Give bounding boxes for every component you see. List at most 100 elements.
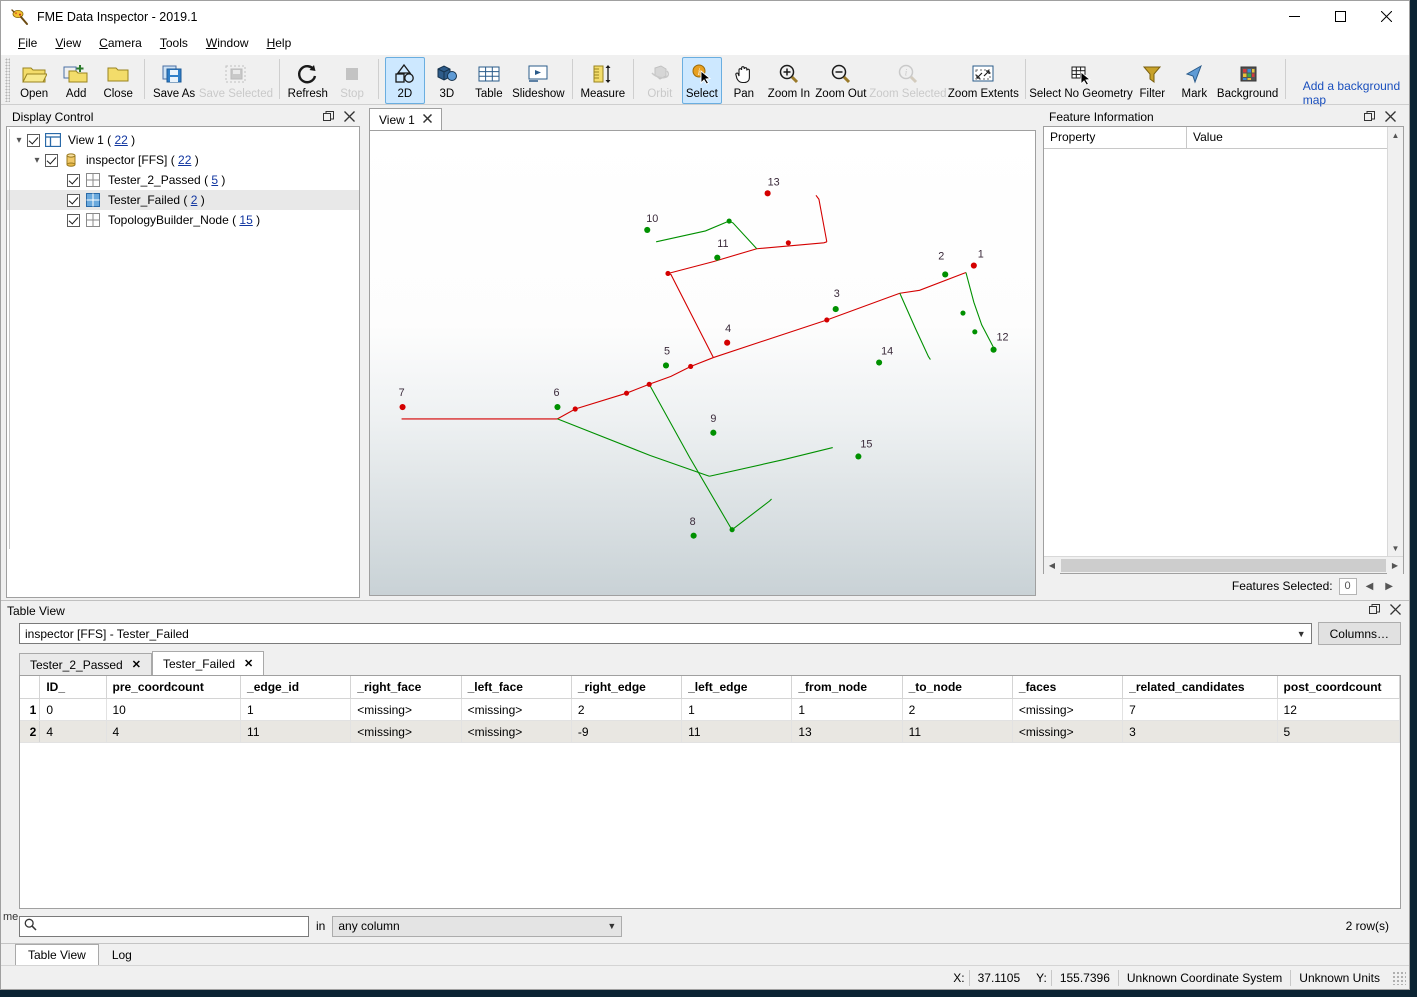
graph-node[interactable] xyxy=(724,339,731,346)
graph-node[interactable] xyxy=(990,346,997,353)
save-selected-button[interactable]: Save Selected xyxy=(199,57,273,104)
table-cell[interactable]: 5 xyxy=(1277,720,1400,743)
graph-vertex[interactable] xyxy=(785,240,791,246)
column-header[interactable]: _left_edge xyxy=(681,676,793,699)
tree-item-inspector[interactable]: ▾ inspector [FFS] ( 22 ) xyxy=(7,150,359,170)
add-background-map-link[interactable]: Add a background map xyxy=(1303,79,1409,107)
dataset-selector-combo[interactable]: inspector [FFS] - Tester_Failed ▼ xyxy=(19,623,1312,644)
menu-view[interactable]: View xyxy=(46,34,90,52)
close-layer-button[interactable]: Close xyxy=(98,57,138,104)
graph-node[interactable] xyxy=(832,306,839,313)
table-tab-tester-2-passed[interactable]: Tester_2_Passed ✕ xyxy=(19,653,152,675)
table-cell[interactable]: <missing> xyxy=(461,720,572,743)
feature-information-column-property[interactable]: Property xyxy=(1044,127,1187,148)
zoom-out-button[interactable]: Zoom Out xyxy=(814,57,868,104)
table-row[interactable]: 2 4 4 11 <missing> <missing> -9 11 13 11 <missing>… xyxy=(20,720,1400,743)
tree-count-topologybuilder-node[interactable]: 15 xyxy=(239,213,252,227)
table-cell[interactable]: 2 xyxy=(571,698,683,721)
table-cell[interactable]: <missing> xyxy=(461,698,572,721)
row-number[interactable]: 1 xyxy=(20,698,41,721)
next-feature-icon[interactable]: ▶ xyxy=(1382,581,1396,592)
view-1-checkbox[interactable] xyxy=(27,133,40,147)
column-header[interactable]: _from_node xyxy=(791,676,903,699)
graph-node[interactable] xyxy=(764,190,771,197)
tree-count-inspector[interactable]: 22 xyxy=(178,153,191,167)
table-cell[interactable]: 1 xyxy=(240,698,352,721)
table-cell[interactable]: 11 xyxy=(902,720,1013,743)
column-header[interactable]: _right_face xyxy=(350,676,462,699)
column-header[interactable]: _left_face xyxy=(461,676,572,699)
columns-button[interactable]: Columns… xyxy=(1317,622,1401,645)
attribute-grid[interactable]: ID_ pre_coordcount _edge_id _right_face _lef… xyxy=(19,675,1401,909)
scroll-up-icon[interactable]: ▲ xyxy=(1388,127,1403,143)
graph-node[interactable] xyxy=(644,226,651,234)
table-cell[interactable]: 0 xyxy=(39,698,107,721)
menu-help[interactable]: Help xyxy=(258,34,301,52)
table-cell[interactable]: 10 xyxy=(106,698,242,721)
chevron-down-icon[interactable]: ▼ xyxy=(1297,629,1306,639)
tree-count-tester-2-passed[interactable]: 5 xyxy=(211,173,218,187)
tester-failed-checkbox[interactable] xyxy=(67,193,80,207)
table-cell[interactable]: 2 xyxy=(902,698,1013,721)
graph-vertex[interactable] xyxy=(824,317,830,323)
pan-button[interactable]: Pan xyxy=(724,57,764,104)
table-cell[interactable]: 1 xyxy=(791,698,903,721)
graph-vertex[interactable] xyxy=(960,310,966,316)
select-no-geometry-button[interactable]: Select No Geometry xyxy=(1029,57,1133,104)
graph-node[interactable] xyxy=(970,262,977,269)
graph-vertex[interactable] xyxy=(688,363,694,370)
search-column-combo[interactable]: any column ▼ xyxy=(332,915,623,937)
hscroll-thumb[interactable] xyxy=(1061,558,1386,572)
column-header[interactable]: ID_ xyxy=(39,676,107,699)
table-cell[interactable]: 7 xyxy=(1122,698,1278,721)
table-cell[interactable]: <missing> xyxy=(1012,720,1124,743)
column-header[interactable]: _related_candidates xyxy=(1122,676,1278,699)
tree-count-view-1[interactable]: 22 xyxy=(114,133,127,147)
column-header[interactable]: pre_coordcount xyxy=(106,676,242,699)
search-input[interactable] xyxy=(41,918,308,934)
table-cell[interactable]: 4 xyxy=(39,720,107,743)
graph-vertex[interactable] xyxy=(572,406,578,412)
map-canvas[interactable]: 1 2 3 4 5 6 7 8 9 10 11 12 13 14 15 xyxy=(369,130,1036,596)
topologybuilder-node-checkbox[interactable] xyxy=(67,213,80,227)
graph-node[interactable] xyxy=(710,429,717,436)
graph-node[interactable] xyxy=(662,362,670,369)
measure-button[interactable]: Measure xyxy=(579,57,627,104)
display-control-float-icon[interactable] xyxy=(323,110,334,124)
expand-chevron-icon[interactable]: ▾ xyxy=(29,155,45,166)
graph-node[interactable] xyxy=(714,254,721,261)
graph-node[interactable] xyxy=(942,271,949,278)
filter-button[interactable]: Filter xyxy=(1132,57,1172,104)
zoom-selected-button[interactable]: i Zoom Selected xyxy=(869,57,947,104)
table-cell[interactable]: 13 xyxy=(791,720,903,743)
add-button[interactable]: Add xyxy=(56,57,96,104)
table-tab-tester-failed[interactable]: Tester_Failed ✕ xyxy=(151,651,265,675)
chevron-down-icon[interactable]: ▼ xyxy=(607,921,616,931)
feature-information-close-icon[interactable] xyxy=(1385,110,1396,124)
graph-node[interactable] xyxy=(876,359,883,366)
tree-item-topologybuilder-node[interactable]: TopologyBuilder_Node ( 15 ) xyxy=(7,210,359,230)
row-number[interactable]: 2 xyxy=(20,720,41,743)
feature-information-vscrollbar[interactable]: ▲ ▼ xyxy=(1387,127,1403,556)
view-2d-button[interactable]: 2D xyxy=(384,57,425,104)
table-view-float-icon[interactable] xyxy=(1369,604,1380,617)
table-view-close-icon[interactable] xyxy=(1390,604,1401,617)
column-header[interactable]: post_coordcount xyxy=(1277,676,1400,699)
bottom-tab-log[interactable]: Log xyxy=(99,944,145,965)
column-header[interactable]: _to_node xyxy=(902,676,1013,699)
resize-grip-icon[interactable] xyxy=(1392,970,1406,985)
open-button[interactable]: Open xyxy=(14,57,54,104)
table-tab-close-icon[interactable]: ✕ xyxy=(132,658,141,671)
graph-vertex[interactable] xyxy=(646,381,652,387)
table-button[interactable]: Table xyxy=(469,57,509,104)
table-row[interactable]: 1 0 10 1 <missing> <missing> 2 1 1 2 <missing> 7 12 xyxy=(20,698,1400,721)
table-cell[interactable]: 11 xyxy=(240,720,352,743)
view-3d-button[interactable]: 3D xyxy=(427,57,467,104)
table-cell[interactable]: <missing> xyxy=(350,698,462,721)
menu-window[interactable]: Window xyxy=(197,34,258,52)
display-control-close-icon[interactable] xyxy=(344,110,355,124)
inspector-checkbox[interactable] xyxy=(45,153,58,167)
zoom-in-button[interactable]: Zoom In xyxy=(766,57,812,104)
table-cell[interactable]: -9 xyxy=(571,720,683,743)
minimize-button[interactable] xyxy=(1271,1,1317,32)
